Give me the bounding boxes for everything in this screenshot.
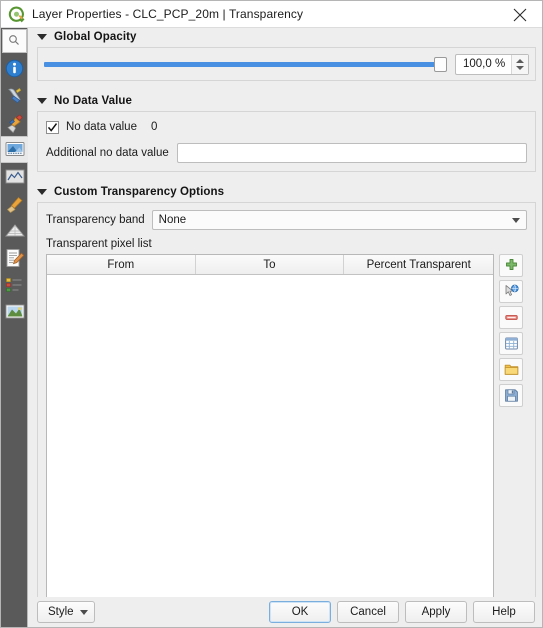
opacity-slider-handle[interactable] — [434, 56, 447, 72]
properties-content: Global Opacity 100,0 % No Data Value No … — [29, 29, 542, 599]
document-pencil-icon — [5, 248, 24, 268]
global-opacity-group: 100,0 % — [37, 47, 536, 81]
sidebar-item-rendering[interactable] — [1, 190, 28, 217]
no-data-value-label: No data value — [66, 121, 137, 133]
title-bar: Layer Properties - CLC_PCP_20m | Transpa… — [1, 1, 542, 28]
export-to-file-button[interactable] — [499, 384, 523, 407]
custom-transparency-section-header[interactable]: Custom Transparency Options — [37, 184, 542, 200]
pixel-list-toolbar — [499, 254, 527, 407]
search-input[interactable] — [1, 29, 27, 53]
additional-no-data-value-input[interactable] — [176, 143, 527, 163]
column-header-to[interactable]: To — [196, 255, 345, 274]
folder-icon — [504, 362, 519, 377]
dialog-action-buttons: OK Cancel Apply Help — [269, 601, 535, 623]
paintbrush-icon — [5, 113, 25, 133]
default-values-button[interactable] — [499, 332, 523, 355]
window-title: Layer Properties - CLC_PCP_20m | Transpa… — [32, 7, 304, 21]
close-icon[interactable] — [498, 1, 542, 28]
cancel-button[interactable]: Cancel — [337, 601, 399, 623]
style-button-label: Style — [48, 606, 74, 618]
search-icon — [8, 34, 20, 49]
legend-icon — [5, 277, 24, 293]
global-opacity-title: Global Opacity — [54, 31, 137, 43]
cancel-button-label: Cancel — [350, 606, 386, 618]
transparent-pixel-table[interactable]: From To Percent Transparent — [46, 254, 494, 599]
help-button[interactable]: Help — [473, 601, 535, 623]
ok-button-label: OK — [291, 606, 309, 618]
dialog-button-bar: Style OK Cancel Apply Help — [29, 597, 542, 627]
remove-selected-row-button[interactable] — [499, 306, 523, 329]
qgis-logo-icon — [8, 6, 25, 23]
sidebar-item-source[interactable] — [1, 82, 28, 109]
add-values-manually-button[interactable] — [499, 254, 523, 277]
help-button-label: Help — [492, 606, 516, 618]
transparency-band-select[interactable]: None — [151, 210, 527, 230]
green-plus-icon — [504, 258, 519, 273]
custom-transparency-group: Transparency band None Transparent pixel… — [37, 202, 536, 599]
transparent-pixel-list-label: Transparent pixel list — [46, 238, 152, 250]
sidebar-item-symbology[interactable] — [1, 109, 28, 136]
table-header-row: From To Percent Transparent — [47, 255, 493, 275]
add-values-from-display-button[interactable] — [499, 280, 523, 303]
spinner-down-icon[interactable] — [516, 65, 524, 70]
transparency-band-value: None — [158, 214, 187, 226]
pointer-globe-icon — [504, 284, 519, 299]
no-data-value-readout: 0 — [150, 121, 158, 133]
sidebar-item-information[interactable] — [1, 55, 28, 82]
no-data-value-title: No Data Value — [54, 95, 132, 107]
opacity-slider[interactable] — [44, 55, 447, 73]
sidebar-item-legend[interactable] — [1, 271, 28, 298]
settings-sidebar — [1, 28, 28, 627]
broom-icon — [5, 194, 25, 214]
sidebar-item-histogram[interactable] — [1, 163, 28, 190]
spinner-up-icon[interactable] — [516, 58, 524, 63]
table-body[interactable] — [47, 275, 493, 599]
no-data-value-section-header[interactable]: No Data Value — [37, 93, 542, 109]
opacity-slider-groove — [44, 61, 447, 67]
sidebar-item-qgis-server[interactable] — [1, 298, 28, 325]
import-from-file-button[interactable] — [499, 358, 523, 381]
checkmark-icon — [47, 122, 58, 132]
pyramids-icon — [4, 223, 25, 238]
ok-button[interactable]: OK — [269, 601, 331, 623]
collapse-triangle-icon — [37, 189, 47, 195]
layer-properties-dialog: Layer Properties - CLC_PCP_20m | Transpa… — [0, 0, 543, 628]
opacity-spinner-buttons[interactable] — [511, 54, 528, 74]
transparency-band-label: Transparency band — [46, 214, 145, 226]
transparency-icon — [5, 141, 25, 158]
sidebar-item-pyramids[interactable] — [1, 217, 28, 244]
apply-button[interactable]: Apply — [405, 601, 467, 623]
opacity-spinbox[interactable]: 100,0 % — [455, 53, 529, 75]
table-icon — [504, 336, 519, 351]
additional-no-data-value-label: Additional no data value — [46, 147, 169, 159]
information-icon — [5, 59, 24, 78]
sidebar-item-transparency[interactable] — [1, 136, 28, 163]
column-header-from[interactable]: From — [47, 255, 196, 274]
histogram-icon — [5, 169, 25, 184]
chevron-down-icon — [80, 609, 88, 615]
collapse-triangle-icon — [37, 34, 47, 40]
no-data-value-group: No data value 0 Additional no data value — [37, 111, 536, 172]
map-image-icon — [5, 304, 25, 319]
global-opacity-section-header[interactable]: Global Opacity — [37, 29, 542, 45]
collapse-triangle-icon — [37, 98, 47, 104]
wrench-icon — [5, 86, 25, 106]
custom-transparency-title: Custom Transparency Options — [54, 186, 225, 198]
no-data-value-checkbox[interactable] — [46, 120, 59, 134]
red-minus-icon — [504, 310, 519, 325]
apply-button-label: Apply — [421, 606, 451, 618]
opacity-value: 100,0 % — [463, 58, 506, 70]
column-header-percent-transparent[interactable]: Percent Transparent — [344, 255, 493, 274]
style-button[interactable]: Style — [37, 601, 95, 623]
chevron-down-icon — [512, 217, 520, 223]
floppy-disk-icon — [504, 388, 519, 403]
sidebar-item-metadata[interactable] — [1, 244, 28, 271]
